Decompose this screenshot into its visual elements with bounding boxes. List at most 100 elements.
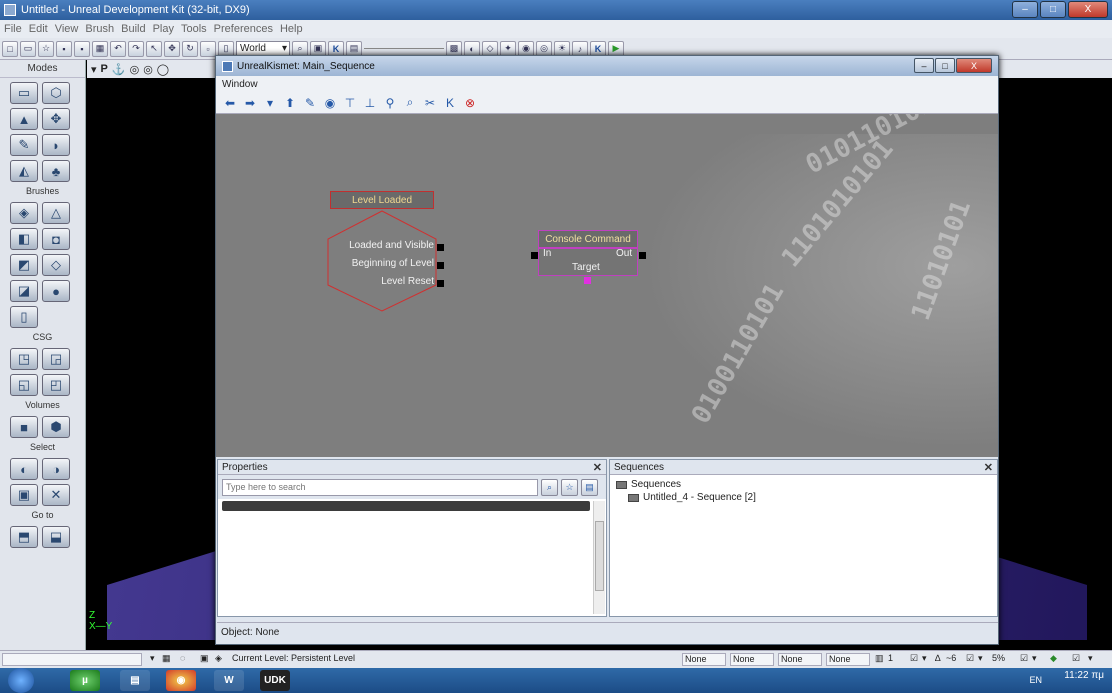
input-connector[interactable]: [531, 252, 538, 259]
grid-dropdown-icon[interactable]: ▾: [922, 653, 927, 664]
csg-deintersect-icon[interactable]: ◰: [42, 374, 70, 396]
menu-brush[interactable]: Brush: [85, 23, 114, 35]
csg-intersect-icon[interactable]: ◱: [10, 374, 38, 396]
save-icon[interactable]: ▪: [56, 40, 72, 57]
event-node-title[interactable]: Level Loaded: [330, 191, 434, 209]
menu-view[interactable]: View: [55, 23, 79, 35]
angle-icon[interactable]: ∆: [935, 653, 941, 663]
show-selected-icon[interactable]: ◐: [10, 458, 38, 480]
level-browser-icon[interactable]: ▦: [162, 653, 171, 664]
copy-icon[interactable]: ▤: [581, 478, 598, 496]
favorites-star-icon[interactable]: ☆: [561, 478, 578, 496]
new-file-icon[interactable]: □: [2, 40, 18, 57]
variable-connector[interactable]: [584, 277, 591, 284]
lit-icon[interactable]: ◎: [143, 63, 153, 76]
properties-category-bar[interactable]: [222, 501, 590, 511]
menu-play[interactable]: Play: [153, 23, 174, 35]
start-button[interactable]: [8, 668, 34, 693]
save-all-icon[interactable]: ▪: [74, 40, 90, 57]
menu-file[interactable]: File: [4, 23, 22, 35]
menu-build[interactable]: Build: [121, 23, 145, 35]
angle-toggle-icon[interactable]: ☑: [966, 653, 974, 664]
tool-icon[interactable]: ✂: [422, 95, 438, 111]
csg-subtract-icon[interactable]: ◲: [42, 348, 70, 370]
hide-connectors-icon[interactable]: ◉: [322, 95, 338, 111]
camera-mode-icon[interactable]: ▭: [10, 82, 38, 104]
select-icon[interactable]: ↖: [146, 40, 162, 57]
menu-tools[interactable]: Tools: [181, 23, 207, 35]
kismet-k-icon[interactable]: K: [442, 95, 458, 111]
volumetric-brush-icon[interactable]: ▯: [10, 306, 38, 328]
translate-icon[interactable]: ✥: [164, 40, 180, 57]
scale-value[interactable]: 5%: [992, 653, 1005, 663]
csg-add-icon[interactable]: ◳: [10, 348, 38, 370]
grid-size-icon[interactable]: ▥: [875, 653, 884, 664]
texture-align-icon[interactable]: ✥: [42, 108, 70, 130]
kismet-maximize-button[interactable]: □: [935, 58, 955, 73]
hide-selected-icon[interactable]: ◑: [42, 458, 70, 480]
goto-builder-brush-icon[interactable]: ⬓: [42, 526, 70, 548]
terrain-mode-icon[interactable]: ▲: [10, 108, 38, 130]
udk-taskbar-icon[interactable]: UDK: [260, 670, 290, 691]
redo-icon[interactable]: ↷: [128, 40, 144, 57]
chrome-icon[interactable]: ◉: [166, 670, 196, 691]
kismet-menu-window[interactable]: Window: [216, 76, 998, 92]
mesh-paint-icon[interactable]: ✎: [10, 134, 38, 156]
menu-edit[interactable]: Edit: [29, 23, 48, 35]
language-indicator[interactable]: EN: [1029, 675, 1042, 685]
spiral-stair-brush-icon[interactable]: ◪: [10, 280, 38, 302]
undo-icon[interactable]: ↶: [110, 40, 126, 57]
output-connector[interactable]: [437, 262, 444, 269]
goto-actor-icon[interactable]: ⬒: [10, 526, 38, 548]
foliage-mode-icon[interactable]: ♣: [42, 160, 70, 182]
add-special-icon[interactable]: ⬢: [42, 416, 70, 438]
kismet-minimize-button[interactable]: –: [914, 58, 934, 73]
cylinder-brush-icon[interactable]: ◘: [42, 228, 70, 250]
viewport-menu-icon[interactable]: ▾: [91, 63, 97, 76]
content-browser-icon[interactable]: ▦: [92, 40, 108, 57]
word-icon[interactable]: W: [214, 670, 244, 691]
show-all-connectors-icon[interactable]: ⊥: [362, 95, 378, 111]
angle-value[interactable]: ~6: [946, 653, 956, 663]
output-connector[interactable]: [437, 280, 444, 287]
utorrent-icon[interactable]: µ: [70, 670, 100, 691]
sequences-close-button[interactable]: ✕: [984, 461, 993, 474]
close-button[interactable]: X: [1068, 1, 1108, 18]
sheet-brush-icon[interactable]: ◇: [42, 254, 70, 276]
cone-brush-icon[interactable]: △: [42, 202, 70, 224]
kismet-close-button[interactable]: X: [956, 58, 992, 73]
angle-dropdown-icon[interactable]: ▾: [978, 653, 983, 664]
scale-dropdown-icon[interactable]: ▾: [1032, 653, 1037, 664]
parent-sequence-icon[interactable]: ⬆: [282, 95, 298, 111]
static-mesh-mode-icon[interactable]: ◭: [10, 160, 38, 182]
maximize-button[interactable]: □: [1040, 1, 1066, 18]
menu-preferences[interactable]: Preferences: [214, 23, 273, 35]
tree-item-child[interactable]: Untitled_4 - Sequence [2]: [616, 491, 991, 504]
properties-search-input[interactable]: [222, 478, 538, 496]
scale-icon[interactable]: ▫: [200, 40, 216, 57]
lock-icon[interactable]: ▣: [200, 653, 209, 664]
command-input[interactable]: [2, 653, 142, 666]
options-dropdown-icon[interactable]: ▾: [1088, 653, 1093, 664]
landscape-mode-icon[interactable]: ◗: [42, 134, 70, 156]
curved-stair-brush-icon[interactable]: ◧: [10, 228, 38, 250]
search-icon[interactable]: ⌕: [402, 95, 418, 111]
open-folder-icon[interactable]: ▭: [20, 40, 36, 57]
rename-sequence-icon[interactable]: ✎: [302, 95, 318, 111]
show-connectors-icon[interactable]: ⊤: [342, 95, 358, 111]
favorites-icon[interactable]: ☆: [38, 40, 54, 57]
sphere-brush-icon[interactable]: ●: [42, 280, 70, 302]
show-flags-icon[interactable]: ◎: [130, 63, 140, 76]
kismet-canvas[interactable]: 010110101 1101010101 0100110101 11010101…: [216, 114, 998, 457]
scale-toggle-icon[interactable]: ☑: [1020, 653, 1028, 664]
zoom-to-fit-icon[interactable]: ⚲: [382, 95, 398, 111]
rotate-icon[interactable]: ↻: [182, 40, 198, 57]
properties-scrollbar[interactable]: [593, 501, 605, 614]
autosave-icon[interactable]: ◆: [1050, 653, 1057, 664]
add-volume-icon[interactable]: ■: [10, 416, 38, 438]
minimize-button[interactable]: –: [1012, 1, 1038, 18]
viewport-type-label[interactable]: P: [101, 63, 108, 75]
lightbulb-icon[interactable]: ◌: [180, 653, 185, 663]
cube-brush-icon[interactable]: ◈: [10, 202, 38, 224]
show-all-icon[interactable]: ✕: [42, 484, 70, 506]
